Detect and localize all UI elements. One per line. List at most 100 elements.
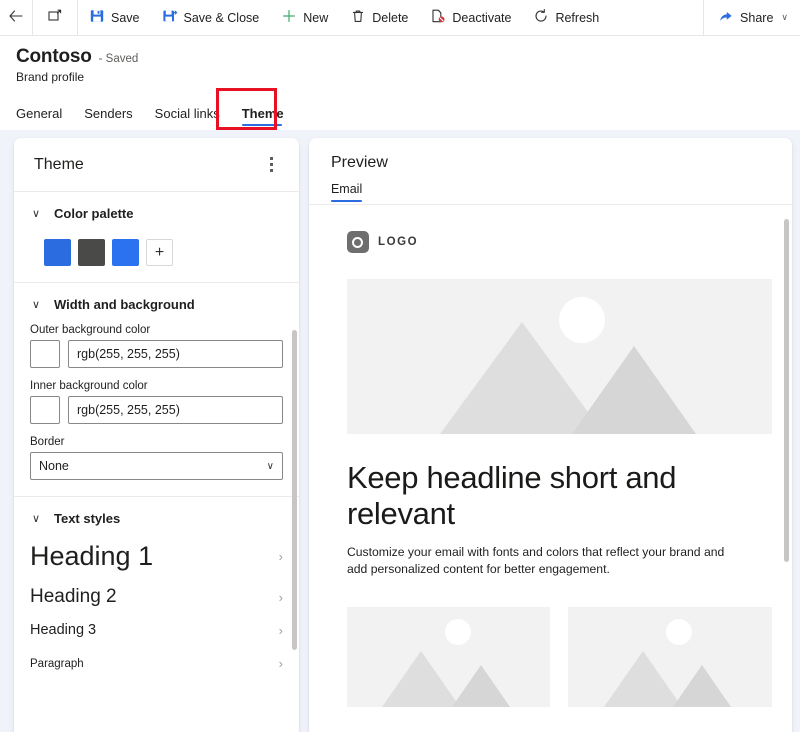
chevron-down-icon: ∨ <box>31 208 41 220</box>
chevron-right-icon: › <box>278 549 283 564</box>
tab-theme[interactable]: Theme <box>241 106 294 130</box>
trash-icon <box>350 8 366 27</box>
save-button-label: Save <box>111 10 140 25</box>
new-button[interactable]: New <box>270 0 339 36</box>
kebab-dot <box>269 169 273 172</box>
section-text-styles: ∨ Text styles Heading 1 › Heading 2 › He… <box>14 497 299 694</box>
refresh-button[interactable]: Refresh <box>522 0 610 36</box>
chevron-down-icon: ∨ <box>31 513 41 525</box>
email-two-column-row <box>346 606 772 707</box>
inner-background-input[interactable]: rgb(255, 255, 255) <box>68 396 283 424</box>
share-icon <box>718 8 734 27</box>
save-and-close-icon <box>162 8 178 27</box>
hero-image-placeholder <box>346 279 772 434</box>
email-content: LOGO Keep headline short and relevant Cu… <box>309 205 792 707</box>
section-color-palette: ∨ Color palette + <box>14 192 299 283</box>
back-arrow-icon <box>8 8 24 27</box>
outer-background-label: Outer background color <box>30 324 151 336</box>
share-button[interactable]: Share ∨ <box>704 0 800 36</box>
text-style-paragraph[interactable]: Paragraph › <box>30 645 299 678</box>
width-background-header[interactable]: ∨ Width and background <box>30 297 283 312</box>
text-style-heading-2[interactable]: Heading 2 › <box>30 579 299 615</box>
share-button-label: Share <box>740 10 774 25</box>
inner-background-color-chip[interactable] <box>30 396 60 424</box>
text-style-label: Heading 2 <box>30 586 117 607</box>
preview-panel: Preview Email LOGO Keep headline short a… <box>308 138 792 732</box>
refresh-icon <box>533 8 549 27</box>
email-body-copy: Customize your email with fonts and colo… <box>346 544 725 577</box>
kebab-menu-icon[interactable] <box>264 151 279 178</box>
preview-panel-header: Preview Email <box>309 138 792 204</box>
width-background-title: Width and background <box>54 297 195 312</box>
command-bar: Save Save & Close New Delete Deactivate … <box>0 0 800 36</box>
text-style-label: Paragraph <box>30 657 84 670</box>
inner-background-label: Inner background color <box>30 380 148 392</box>
page-subtitle: Brand profile <box>16 70 85 84</box>
delete-button-label: Delete <box>372 10 409 25</box>
preview-tab-email[interactable]: Email <box>330 182 363 204</box>
text-style-label: Heading 3 <box>30 622 97 638</box>
text-style-heading-3[interactable]: Heading 3 › <box>30 615 299 645</box>
chevron-right-icon: › <box>278 589 283 605</box>
color-palette-header[interactable]: ∨ Color palette <box>30 206 283 221</box>
mountain-shape <box>572 346 697 434</box>
saved-status: - Saved <box>98 53 139 65</box>
plus-icon <box>281 8 297 27</box>
text-styles-title: Text styles <box>54 511 121 526</box>
content-area: Theme ∨ Color palette + ∨ Width and back… <box>0 130 800 732</box>
chevron-right-icon: › <box>278 622 283 638</box>
tab-social-links[interactable]: Social links <box>155 106 232 130</box>
refresh-button-label: Refresh <box>555 10 600 25</box>
color-palette-title: Color palette <box>54 206 134 221</box>
preview-scrollbar[interactable] <box>784 219 789 562</box>
text-styles-header[interactable]: ∨ Text styles <box>30 511 299 526</box>
theme-panel-title: Theme <box>34 155 84 173</box>
new-button-label: New <box>303 10 329 25</box>
tab-senders[interactable]: Senders <box>84 106 144 130</box>
back-button[interactable] <box>0 0 32 36</box>
save-button[interactable]: Save <box>78 0 151 36</box>
tab-general[interactable]: General <box>16 106 74 130</box>
chevron-down-icon: ∨ <box>781 12 788 22</box>
save-floppy-icon <box>89 8 105 27</box>
deactivate-button[interactable]: Deactivate <box>419 0 522 36</box>
entity-tabs: General Senders Social links Theme <box>16 94 800 130</box>
color-swatch[interactable] <box>44 239 71 266</box>
save-and-close-button[interactable]: Save & Close <box>151 0 271 36</box>
column-image-placeholder <box>346 606 551 707</box>
border-select[interactable]: None ∨ <box>30 452 283 480</box>
page-title: Contoso <box>16 46 92 67</box>
preview-tabs: Email <box>330 182 792 204</box>
theme-panel-scrollbar[interactable] <box>291 330 297 650</box>
chevron-down-icon: ∨ <box>266 460 274 472</box>
email-logo: LOGO <box>346 231 772 253</box>
color-swatch[interactable] <box>78 239 105 266</box>
column-image-placeholder <box>568 606 772 707</box>
chevron-down-icon: ∨ <box>31 299 41 311</box>
sun-shape <box>666 618 693 645</box>
mountain-shape <box>666 664 739 707</box>
title-row: Contoso - Saved <box>16 46 800 68</box>
color-swatch[interactable] <box>112 239 139 266</box>
logo-ring-shape <box>352 236 364 248</box>
outer-background-input[interactable]: rgb(255, 255, 255) <box>68 340 283 368</box>
border-select-value: None <box>39 459 69 473</box>
inner-background-row: rgb(255, 255, 255) <box>30 396 283 424</box>
theme-panel-header: Theme <box>14 138 299 192</box>
page-header: Contoso - Saved Brand profile General Se… <box>0 36 800 130</box>
border-label: Border <box>30 436 65 448</box>
delete-button[interactable]: Delete <box>339 0 419 36</box>
theme-panel: Theme ∨ Color palette + ∨ Width and back… <box>14 138 299 732</box>
open-in-new-window-icon <box>47 8 63 27</box>
kebab-dot <box>269 157 273 160</box>
sun-shape <box>444 618 471 645</box>
deactivate-icon <box>430 8 446 27</box>
outer-background-color-chip[interactable] <box>30 340 60 368</box>
save-and-close-button-label: Save & Close <box>183 10 260 25</box>
preview-panel-title: Preview <box>330 154 388 171</box>
text-style-heading-1[interactable]: Heading 1 › <box>30 534 299 579</box>
email-preview-canvas: LOGO Keep headline short and relevant Cu… <box>308 205 792 707</box>
add-color-button[interactable]: + <box>146 239 173 266</box>
logo-text: LOGO <box>377 236 419 248</box>
open-in-new-window-button[interactable] <box>33 0 77 36</box>
